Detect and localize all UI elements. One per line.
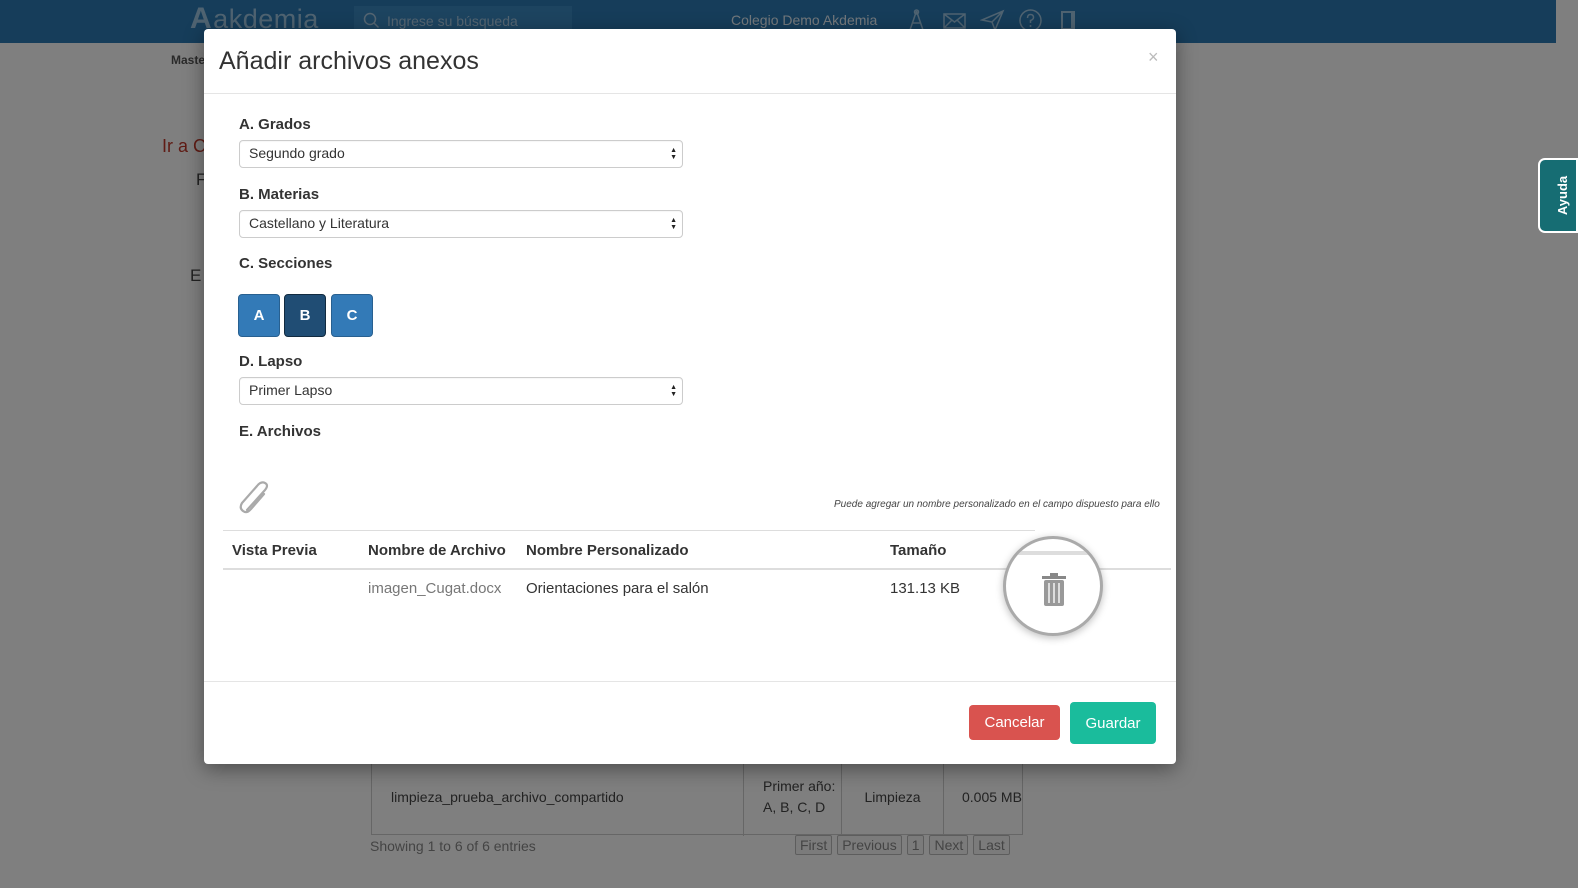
- section-button-c[interactable]: C: [331, 294, 373, 337]
- attach-files-modal: Añadir archivos anexos × A. Grados Segun…: [204, 29, 1176, 764]
- trash-icon[interactable]: [1041, 573, 1067, 612]
- grados-label: A. Grados: [239, 116, 311, 133]
- materias-value: Castellano y Literatura: [249, 215, 390, 231]
- help-tab-label: Ayuda: [1555, 175, 1571, 216]
- cell-file-name: imagen_Cugat.docx: [368, 580, 502, 597]
- materias-select[interactable]: Castellano y Literatura ▲ ▼: [239, 210, 683, 238]
- modal-title: Añadir archivos anexos: [219, 47, 479, 75]
- select-arrows-icon: ▲ ▼: [670, 384, 677, 398]
- grados-value: Segundo grado: [249, 145, 345, 161]
- section-button-a[interactable]: A: [238, 294, 280, 337]
- col-header-custom-name: Nombre Personalizado: [526, 542, 689, 559]
- col-header-file-name: Nombre de Archivo: [368, 542, 506, 559]
- col-header-preview: Vista Previa: [232, 542, 317, 559]
- archivos-label: E. Archivos: [239, 423, 321, 440]
- lapso-label: D. Lapso: [239, 353, 303, 370]
- paperclip-icon[interactable]: [237, 480, 275, 521]
- section-button-b[interactable]: B: [284, 294, 326, 337]
- lapso-select[interactable]: Primer Lapso ▲ ▼: [239, 377, 683, 405]
- modal-header: Añadir archivos anexos ×: [204, 29, 1176, 94]
- secciones-label: C. Secciones: [239, 255, 333, 272]
- delete-highlight: [1003, 536, 1103, 636]
- cancel-button[interactable]: Cancelar: [969, 705, 1060, 740]
- custom-name-hint: Puede agregar un nombre personalizado en…: [834, 499, 1160, 510]
- close-icon[interactable]: ×: [1148, 47, 1159, 68]
- highlight-bar: [1006, 551, 1100, 555]
- divider: [223, 530, 1035, 531]
- cell-custom-name[interactable]: Orientaciones para el salón: [526, 580, 709, 597]
- cell-size: 131.13 KB: [890, 580, 961, 597]
- modal-footer-divider: [204, 681, 1176, 682]
- select-arrows-icon: ▲ ▼: [670, 217, 677, 231]
- materias-label: B. Materias: [239, 186, 320, 203]
- help-tab[interactable]: Ayuda: [1538, 158, 1578, 233]
- lapso-value: Primer Lapso: [249, 382, 333, 398]
- select-arrows-icon: ▲ ▼: [670, 147, 677, 161]
- save-button[interactable]: Guardar: [1070, 702, 1156, 744]
- col-header-size: Tamaño: [890, 542, 947, 559]
- grados-select[interactable]: Segundo grado ▲ ▼: [239, 140, 683, 168]
